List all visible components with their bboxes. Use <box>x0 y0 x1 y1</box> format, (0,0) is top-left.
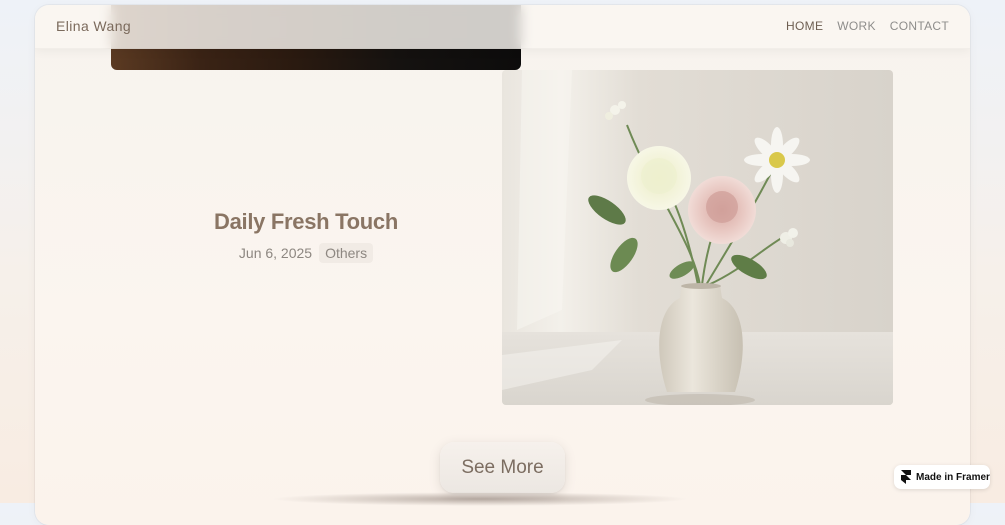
post-date: Jun 6, 2025 <box>238 245 313 261</box>
nav-work-link[interactable]: WORK <box>837 19 876 33</box>
post-category-tag: Others <box>319 243 374 263</box>
see-more-button[interactable]: See More <box>440 442 565 493</box>
main-nav: HOME WORK CONTACT <box>786 19 949 33</box>
framer-badge-label: Made in Framer <box>916 471 990 483</box>
post-meta: Jun 6, 2025 Others <box>35 243 577 263</box>
site-brand[interactable]: Elina Wang <box>56 18 131 34</box>
post-info: Daily Fresh Touch Jun 6, 2025 Others <box>35 209 577 263</box>
flower-vase-photo <box>502 70 893 405</box>
made-in-framer-badge[interactable]: Made in Framer <box>894 465 990 489</box>
nav-contact-link[interactable]: CONTACT <box>890 19 949 33</box>
page-card: Elina Wang HOME WORK CONTACT Daily Fresh… <box>35 5 970 525</box>
nav-home-link[interactable]: HOME <box>786 19 823 33</box>
framer-logo-icon <box>901 470 911 484</box>
site-header: Elina Wang HOME WORK CONTACT <box>35 5 970 49</box>
post-image[interactable] <box>502 70 893 405</box>
next-post-shadow <box>270 492 690 506</box>
post-title[interactable]: Daily Fresh Touch <box>35 209 577 235</box>
